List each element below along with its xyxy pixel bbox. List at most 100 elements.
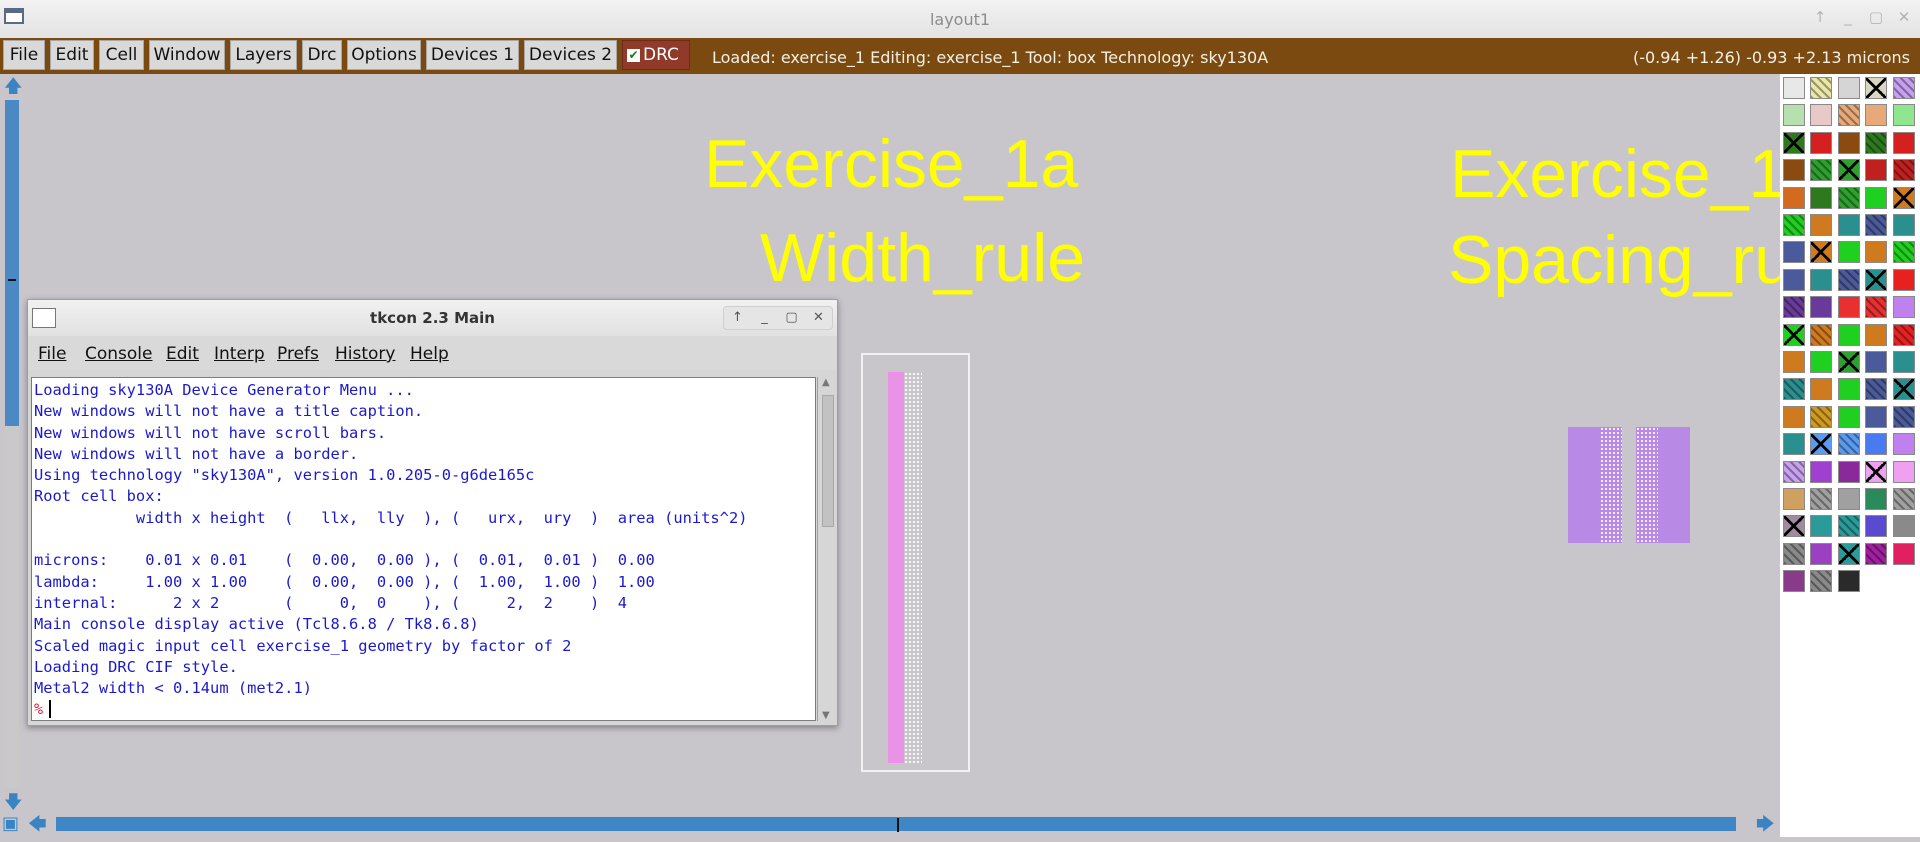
layer-swatch[interactable] bbox=[1865, 159, 1888, 182]
horizontal-scrollbar[interactable]: ▣ 🡄 🡆 bbox=[0, 813, 1780, 837]
layer-swatch[interactable] bbox=[1892, 351, 1915, 373]
layer-swatch[interactable] bbox=[1810, 241, 1833, 264]
layer-swatch[interactable] bbox=[1810, 214, 1833, 236]
layer-swatch[interactable] bbox=[1892, 131, 1915, 154]
layer-swatch[interactable] bbox=[1837, 104, 1860, 127]
layer-swatch[interactable] bbox=[1810, 405, 1833, 428]
layer-swatch[interactable] bbox=[1865, 351, 1888, 373]
layer-swatch[interactable] bbox=[1892, 186, 1915, 209]
layer-swatch[interactable] bbox=[1783, 460, 1805, 483]
layer-swatch[interactable] bbox=[1865, 131, 1888, 154]
layer-swatch[interactable] bbox=[1892, 488, 1915, 510]
tkcon-maximize-icon[interactable]: ▢ bbox=[778, 307, 805, 329]
layer-swatch[interactable] bbox=[1837, 542, 1860, 565]
layer-swatch[interactable] bbox=[1783, 131, 1805, 154]
menu-devices-2[interactable]: Devices 2 bbox=[524, 40, 617, 70]
layer-swatch[interactable] bbox=[1837, 570, 1860, 593]
layer-swatch[interactable] bbox=[1810, 542, 1833, 565]
layer-swatch[interactable] bbox=[1892, 159, 1915, 182]
menu-layers[interactable]: Layers bbox=[230, 40, 297, 70]
layer-swatch[interactable] bbox=[1810, 570, 1833, 593]
layer-swatch[interactable] bbox=[1837, 433, 1860, 456]
layer-swatch[interactable] bbox=[1783, 268, 1805, 291]
layer-swatch[interactable] bbox=[1810, 104, 1833, 127]
menu-options[interactable]: Options bbox=[347, 40, 421, 70]
layer-swatch[interactable] bbox=[1837, 159, 1860, 182]
layer-swatch[interactable] bbox=[1783, 515, 1805, 538]
layer-swatch[interactable] bbox=[1865, 77, 1888, 99]
minimize-icon[interactable]: _ bbox=[1840, 8, 1856, 26]
layer-swatch[interactable] bbox=[1865, 268, 1888, 291]
layer-swatch[interactable] bbox=[1865, 241, 1888, 264]
layer-swatch[interactable] bbox=[1892, 296, 1915, 319]
tkcon-menu-history[interactable]: History bbox=[335, 344, 395, 364]
layer-swatch[interactable] bbox=[1810, 488, 1833, 510]
layer-swatch[interactable] bbox=[1892, 460, 1915, 483]
layer-swatch[interactable] bbox=[1865, 214, 1888, 236]
menu-drc[interactable]: Drc bbox=[302, 40, 342, 70]
layer-swatch[interactable] bbox=[1865, 323, 1888, 346]
layer-swatch[interactable] bbox=[1837, 77, 1860, 99]
layer-swatch[interactable] bbox=[1892, 542, 1915, 565]
tkcon-menu-edit[interactable]: Edit bbox=[166, 344, 199, 364]
layer-palette[interactable] bbox=[1780, 74, 1920, 837]
shade-icon[interactable]: ↑ bbox=[1812, 8, 1828, 26]
layer-swatch[interactable] bbox=[1892, 104, 1915, 127]
layer-swatch[interactable] bbox=[1892, 323, 1915, 346]
layer-swatch[interactable] bbox=[1892, 77, 1915, 99]
layer-swatch[interactable] bbox=[1810, 186, 1833, 209]
layer-swatch[interactable] bbox=[1783, 351, 1805, 373]
layer-swatch[interactable] bbox=[1810, 296, 1833, 319]
layer-swatch[interactable] bbox=[1837, 241, 1860, 264]
layer-swatch[interactable] bbox=[1810, 159, 1833, 182]
layer-swatch[interactable] bbox=[1837, 405, 1860, 428]
layer-swatch[interactable] bbox=[1892, 214, 1915, 236]
layer-swatch[interactable] bbox=[1783, 378, 1805, 401]
layer-swatch[interactable] bbox=[1892, 515, 1915, 538]
layer-swatch[interactable] bbox=[1783, 104, 1805, 127]
menu-edit[interactable]: Edit bbox=[50, 40, 94, 70]
layer-swatch[interactable] bbox=[1837, 186, 1860, 209]
layer-swatch[interactable] bbox=[1865, 378, 1888, 401]
layer-swatch[interactable] bbox=[1783, 214, 1805, 236]
layer-swatch[interactable] bbox=[1837, 378, 1860, 401]
layer-swatch[interactable] bbox=[1837, 460, 1860, 483]
tkcon-menu-console[interactable]: Console bbox=[85, 344, 153, 364]
layer-swatch[interactable] bbox=[1865, 433, 1888, 456]
tkcon-scrollbar[interactable]: ▲ ▼ bbox=[817, 377, 836, 721]
layer-swatch[interactable] bbox=[1837, 296, 1860, 319]
tkcon-window[interactable]: tkcon 2.3 Main ↑ _ ▢ ✕ File Console Edit… bbox=[27, 299, 838, 726]
layer-swatch[interactable] bbox=[1865, 460, 1888, 483]
menu-file[interactable]: File bbox=[3, 40, 45, 70]
tkcon-scroll-down-icon[interactable]: ▼ bbox=[822, 710, 830, 721]
menu-window[interactable]: Window bbox=[149, 40, 225, 70]
tkcon-scroll-thumb[interactable] bbox=[822, 395, 834, 527]
layer-swatch[interactable] bbox=[1837, 323, 1860, 346]
tkcon-scroll-up-icon[interactable]: ▲ bbox=[822, 377, 830, 388]
layer-swatch[interactable] bbox=[1865, 542, 1888, 565]
vertical-scrollbar[interactable]: 🡅 🡇 bbox=[0, 74, 24, 818]
close-icon[interactable]: ✕ bbox=[1896, 8, 1912, 26]
scroll-left-icon[interactable]: 🡄 bbox=[28, 812, 47, 842]
tkcon-menu-help[interactable]: Help bbox=[410, 344, 449, 364]
drc-toggle[interactable]: ✔ DRC bbox=[622, 40, 690, 70]
layer-swatch[interactable] bbox=[1865, 104, 1888, 127]
tkcon-shade-icon[interactable]: ↑ bbox=[724, 307, 751, 329]
layer-swatch[interactable] bbox=[1783, 433, 1805, 456]
layer-swatch[interactable] bbox=[1865, 488, 1888, 510]
maximize-icon[interactable]: ▢ bbox=[1868, 8, 1884, 26]
layer-swatch[interactable] bbox=[1892, 405, 1915, 428]
tkcon-titlebar[interactable]: tkcon 2.3 Main ↑ _ ▢ ✕ bbox=[28, 300, 837, 337]
layer-swatch[interactable] bbox=[1892, 378, 1915, 401]
layer-swatch[interactable] bbox=[1783, 323, 1805, 346]
layer-swatch[interactable] bbox=[1783, 488, 1805, 510]
layer-swatch[interactable] bbox=[1837, 351, 1860, 373]
layer-swatch[interactable] bbox=[1810, 460, 1833, 483]
layer-swatch[interactable] bbox=[1783, 77, 1805, 99]
layer-swatch[interactable] bbox=[1865, 186, 1888, 209]
menu-cell[interactable]: Cell bbox=[99, 40, 144, 70]
layer-swatch[interactable] bbox=[1837, 131, 1860, 154]
vscroll-thumb[interactable] bbox=[5, 100, 19, 426]
layer-swatch[interactable] bbox=[1865, 405, 1888, 428]
scroll-right-icon[interactable]: 🡆 bbox=[1756, 812, 1775, 842]
